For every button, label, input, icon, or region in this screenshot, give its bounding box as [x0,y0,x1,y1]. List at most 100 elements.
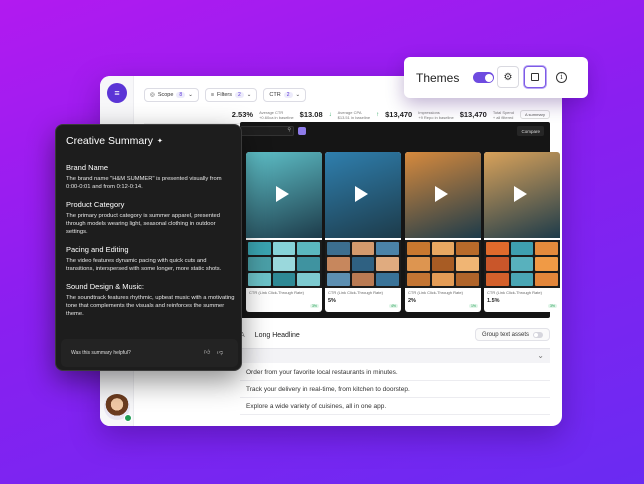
frame-thumbnail[interactable] [297,257,320,271]
chevron-down-icon: ⌄ [188,92,193,98]
frame-thumbnail[interactable] [248,257,271,271]
frame-thumbnail[interactable] [407,257,430,271]
frame-thumbnail[interactable] [456,257,479,271]
play-icon[interactable] [514,186,527,202]
info-icon[interactable]: i [556,72,567,83]
summary-section: Pacing and Editing The video features dy… [66,245,236,273]
compare-label: Compare [521,128,540,134]
frame-thumbnail[interactable] [248,242,271,256]
frame-thumbnail[interactable] [351,272,375,286]
group-text-assets-toggle[interactable]: Group text assets [474,328,550,341]
frame-thumbnail[interactable] [272,272,296,286]
gear-icon: ⚙︎ [503,71,513,83]
table-row[interactable]: Track your delivery in real-time, from k… [240,381,550,398]
creative-hero-image[interactable] [405,152,481,238]
arrow-up-icon: ↑ [376,111,380,118]
metric-sub: +0.60ca in baseline [259,114,294,120]
table-header: ⌄ [240,348,550,363]
frame-thumbnail[interactable] [376,272,399,286]
frame-thumbnail[interactable] [510,257,534,271]
frame-thumbnail[interactable] [407,242,430,256]
creative-hero-image[interactable] [246,152,322,238]
chevron-down-icon[interactable]: ⌄ [537,351,544,360]
frame-thumbnail[interactable] [327,272,350,286]
search-icon: ⚲ [287,127,291,133]
toggle-switch[interactable] [533,331,543,338]
frame-thumbnail[interactable] [456,272,479,286]
gallery-search-input[interactable]: ⚲ [240,126,294,136]
frame-thumbnail[interactable] [351,242,375,256]
frame-thumbnail[interactable] [248,272,271,286]
frame-thumbnail[interactable] [297,242,320,256]
creative-card[interactable]: CTR (Link Click-Through Rate) 2% 1% [405,152,481,312]
card-footer: CTR (Link Click-Through Rate) 2% 1% [408,290,478,310]
metric-sub: + all filtered [492,114,514,120]
helpful-question: Was this summary helpful? [71,350,131,356]
table-row[interactable]: Explore a wide variety of cuisines, all … [240,398,550,415]
table-row[interactable]: Order from your favorite local restauran… [240,364,550,381]
creative-gallery: ⚲ Compare CTR (Link Click-Through Rate) … [240,122,560,318]
frame-thumbnail[interactable] [486,272,509,286]
frame-thumbnail[interactable] [376,257,399,271]
themes-toggle[interactable] [473,72,494,83]
frame-thumbnail[interactable] [486,257,509,271]
as-summary-button[interactable]: A summary [519,110,550,119]
tab-long-headline[interactable]: Long Headline [255,332,300,339]
frame-thumbnail[interactable] [431,272,455,286]
section-heading: Product Category [66,200,125,209]
metric-value: $13,470 [459,110,487,119]
metric-value: $13,470 [385,110,413,119]
frame-thumbnail[interactable] [376,242,399,256]
play-icon[interactable] [435,186,448,202]
arrow-down-icon: ↓ [328,111,332,118]
frame-thumbnail[interactable] [456,242,479,256]
thumbs-down-icon[interactable]: 👎︎ [217,348,223,356]
frame-thumbnail[interactable] [486,242,509,256]
play-icon[interactable] [276,186,289,202]
thumbs-up-icon[interactable]: 👍︎ [204,348,210,356]
frame-thumbnail[interactable] [535,242,558,256]
frame-thumbnail[interactable] [351,257,375,271]
frame-thumbnail[interactable] [535,257,558,271]
settings-button[interactable]: ⚙︎ [497,66,519,88]
play-icon[interactable] [355,186,368,202]
scope-dropdown[interactable]: ◎ Scope 8 ⌄ [144,88,199,102]
frame-thumbnail[interactable] [407,272,430,286]
gallery-filter-button[interactable] [298,127,306,135]
creative-hero-image[interactable] [484,152,560,238]
summary-body: Brand Name The brand name "H&M SUMMER" i… [66,163,236,327]
frame-thumbnail[interactable] [510,242,534,256]
scope-label: Scope [157,92,174,98]
metric-value: $13.08 [299,110,323,119]
frame-thumbnail[interactable] [510,272,534,286]
frame-thumbnail[interactable] [327,257,350,271]
frame-thumbnail[interactable] [431,242,455,256]
chevron-down-icon: ⌄ [295,92,301,98]
creative-card[interactable]: CTR (Link Click-Through Rate) 1.5% 3% [484,152,560,312]
ctr-dropdown[interactable]: CTR 2 ⌄ [263,88,307,102]
card-badge: 4% [388,304,398,308]
frame-thumbnail[interactable] [272,242,296,256]
card-metric-label: CTR (Link Click-Through Rate) [487,290,542,295]
group-text-assets-label: Group text assets [481,331,529,338]
compare-button[interactable]: Compare [517,126,544,136]
frame-thumbnail[interactable] [327,242,350,256]
app-logo-icon[interactable]: ≡ [107,83,127,103]
creative-hero-image[interactable] [325,152,401,238]
creative-card[interactable]: CTR (Link Click-Through Rate) 3% [246,152,322,312]
card-footer: CTR (Link Click-Through Rate) 3% [249,290,319,310]
frame-thumbnail[interactable] [431,257,455,271]
frame-thumbnail[interactable] [272,257,296,271]
filters-label: Filters [217,92,233,98]
card-metric-label: CTR (Link Click-Through Rate) [408,290,463,295]
summary-title: Creative Summary ✦ [66,135,163,147]
square-view-button[interactable] [524,66,546,88]
filters-dropdown[interactable]: ≡ Filters 2 ⌄ [204,88,258,102]
frame-thumbnail[interactable] [297,272,320,286]
frame-thumbnail[interactable] [535,272,558,286]
metric-label-group: Average CTR +0.60ca in baseline [259,110,294,120]
sparkle-icon: ✦ [156,138,163,145]
creative-card[interactable]: CTR (Link Click-Through Rate) 5% 4% [325,152,401,312]
metric-label-group: Average CPA $13.51 in baseline [338,110,370,120]
section-heading: Brand Name [66,163,109,172]
